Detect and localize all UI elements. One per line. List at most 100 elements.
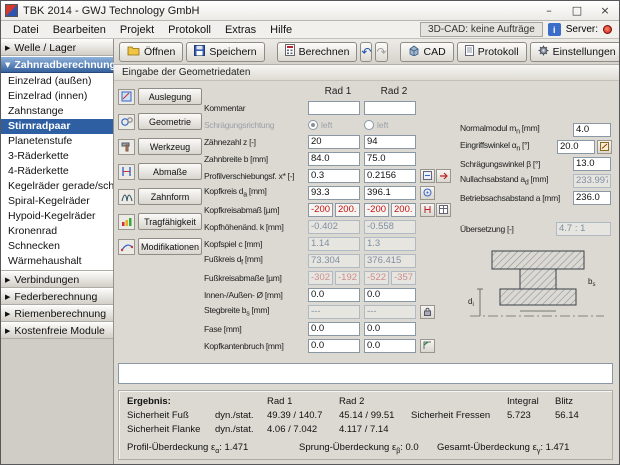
sidebar-item-kegelraeder[interactable]: Kegelräder gerade/schräg xyxy=(1,179,113,194)
result-fuss-rad1: 49.39 / 140.7 xyxy=(267,410,339,421)
kopfkantenbruch-rad2-input[interactable] xyxy=(364,339,416,353)
save-button[interactable]: Speichern xyxy=(186,42,264,62)
kopfkreisabmass-rad1-hi-input[interactable] xyxy=(335,203,360,217)
innen-aussen-rad1-input[interactable] xyxy=(308,288,360,302)
menu-extras[interactable]: Extras xyxy=(218,24,263,36)
fusskreisabmasse-label: Fußkreisabmaße [µm] xyxy=(204,273,308,283)
sidebar-item-einzelrad-aussen[interactable]: Einzelrad (außen) xyxy=(1,74,113,89)
profilverschiebung-rad2-input[interactable] xyxy=(364,169,416,183)
stegbreite-rad1-value xyxy=(308,305,360,319)
nullachsabstand-row: Nullachsabstand ad [mm] xyxy=(460,173,613,188)
kommentar-rad2-input[interactable] xyxy=(364,101,416,115)
kopfkreis-rad1-input[interactable] xyxy=(308,186,360,200)
minimize-button[interactable]: – xyxy=(535,1,563,20)
menu-projekt[interactable]: Projekt xyxy=(113,24,161,36)
results-col-rad1: Rad 1 xyxy=(267,396,339,407)
sidebar-item-schnecken[interactable]: Schnecken xyxy=(1,239,113,254)
kopfkreis-rad2-input[interactable] xyxy=(364,186,416,200)
result-label-fuss: Sicherheit Fuß xyxy=(127,410,215,421)
comment-display-box[interactable] xyxy=(118,363,613,384)
fusskreisabmasse-rad1-lo-value xyxy=(308,271,333,285)
auslegung-button[interactable]: Auslegung xyxy=(138,88,202,105)
kopfkantenbruch-row: Kopfkantenbruch [mm] xyxy=(204,338,456,353)
zahnform-button[interactable]: Zahnform xyxy=(138,188,202,205)
kommentar-row: Kommentar xyxy=(204,100,456,115)
menu-datei[interactable]: Datei xyxy=(6,24,46,36)
uebersetzung-row: Übersetzung [-] xyxy=(460,221,613,236)
shift-calc-icon[interactable] xyxy=(436,169,451,183)
tolerance-select-icon[interactable] xyxy=(420,203,435,217)
zahnbreite-rad2-input[interactable] xyxy=(364,152,416,166)
sidebar-item-waermehaushalt[interactable]: Wärmehaushalt xyxy=(1,254,113,269)
tip-circle-calc-icon[interactable] xyxy=(420,186,435,200)
kopfkreisabmass-rad1-lo-input[interactable] xyxy=(308,203,333,217)
normalmodul-input[interactable] xyxy=(573,123,611,137)
angle-calc-icon[interactable] xyxy=(597,140,612,154)
tolerance-icon xyxy=(118,164,135,180)
menu-hilfe[interactable]: Hilfe xyxy=(263,24,299,36)
helix-left-radio-rad1[interactable] xyxy=(308,120,318,130)
zahnbreite-rad1-input[interactable] xyxy=(308,152,360,166)
balance-shift-icon[interactable] xyxy=(420,169,435,183)
sidebar-gear-list: Einzelrad (außen) Einzelrad (innen) Zahn… xyxy=(1,73,113,271)
profilverschiebung-rad1-input[interactable] xyxy=(308,169,360,183)
menu-protokoll[interactable]: Protokoll xyxy=(161,24,218,36)
eingriffswinkel-input[interactable] xyxy=(557,140,595,154)
sidebar-item-hypoid-kegelraeder[interactable]: Hypoid-Kegelräder xyxy=(1,209,113,224)
sidebar-section-federberechnung[interactable]: ▶ Federberechnung xyxy=(1,288,113,305)
info-icon[interactable]: i xyxy=(548,23,561,36)
tolerance-table-icon[interactable] xyxy=(436,203,451,217)
profil-ueberdeckung: Profil-Überdeckung εα: 1.471 xyxy=(127,442,299,455)
sidebar-item-spiral-kegelraeder[interactable]: Spiral-Kegelräder xyxy=(1,194,113,209)
modifikationen-button[interactable]: Modifikationen xyxy=(138,238,202,255)
sidebar-item-3-raederkette[interactable]: 3-Räderkette xyxy=(1,149,113,164)
sidebar-section-verbindungen[interactable]: ▶ Verbindungen xyxy=(1,271,113,288)
cad-button[interactable]: CAD xyxy=(400,42,454,62)
lock-icon[interactable] xyxy=(420,305,435,319)
sidebar: ▶ Welle / Lager ▼ Zahnradberechnung Einz… xyxy=(1,39,114,464)
sidebar-item-4-raederkette[interactable]: 4-Räderkette xyxy=(1,164,113,179)
kopfhoehenaenderung-rad1-value xyxy=(308,220,360,234)
zaehnezahl-rad2-input[interactable] xyxy=(364,135,416,149)
betriebsachsabstand-input[interactable] xyxy=(573,191,611,205)
kopfkreisabmass-rad2-lo-input[interactable] xyxy=(364,203,389,217)
sidebar-item-zahnstange[interactable]: Zahnstange xyxy=(1,104,113,119)
sidebar-section-welle-lager[interactable]: ▶ Welle / Lager xyxy=(1,39,113,56)
calculate-button[interactable]: Berechnen xyxy=(277,42,358,62)
kopfkantenbruch-rad1-input[interactable] xyxy=(308,339,360,353)
sidebar-item-einzelrad-innen[interactable]: Einzelrad (innen) xyxy=(1,89,113,104)
werkzeug-button[interactable]: Werkzeug xyxy=(138,138,202,155)
fase-rad2-input[interactable] xyxy=(364,322,416,336)
overlap-results: Profil-Überdeckung εα: 1.471 Sprung-Über… xyxy=(127,442,604,455)
chamfer-icon[interactable] xyxy=(420,339,435,353)
sidebar-section-riemenberechnung[interactable]: ▶ Riemenberechnung xyxy=(1,305,113,322)
tragfaehigkeit-button[interactable]: Tragfähigkeit xyxy=(138,213,202,230)
gear-section-drawing: di bs xyxy=(460,246,613,328)
abmasse-button[interactable]: Abmaße xyxy=(138,163,202,180)
schraegungswinkel-input[interactable] xyxy=(573,157,611,171)
innen-aussen-rad2-input[interactable] xyxy=(364,288,416,302)
maximize-button[interactable]: □ xyxy=(563,1,591,20)
settings-button[interactable]: Einstellungen xyxy=(530,42,620,62)
undo-button[interactable]: ↶ xyxy=(360,42,372,62)
kommentar-rad1-input[interactable] xyxy=(308,101,360,115)
sidebar-section-zahnradberechnung[interactable]: ▼ Zahnradberechnung xyxy=(1,56,113,73)
protocol-button[interactable]: Protokoll xyxy=(457,42,527,62)
helix-left-radio-rad2[interactable] xyxy=(364,120,374,130)
load-capacity-icon xyxy=(118,214,135,230)
col-header-rad2: Rad 2 xyxy=(368,86,420,97)
close-button[interactable]: × xyxy=(591,1,619,20)
fase-rad1-input[interactable] xyxy=(308,322,360,336)
redo-button[interactable]: ↷ xyxy=(375,42,387,62)
sidebar-item-stirnradpaar[interactable]: Stirnradpaar xyxy=(1,119,113,134)
geometrie-button[interactable]: Geometrie xyxy=(138,113,202,130)
basic-data-form: Normalmodul mn [mm] Eingriffswinkel αn [… xyxy=(456,84,615,358)
sidebar-item-planetenstufe[interactable]: Planetenstufe xyxy=(1,134,113,149)
zaehnezahl-rad1-input[interactable] xyxy=(308,135,360,149)
menu-bearbeiten[interactable]: Bearbeiten xyxy=(46,24,113,36)
sidebar-section-kostenfreie-module[interactable]: ▶ Kostenfreie Module xyxy=(1,322,113,339)
sidebar-item-kronenrad[interactable]: Kronenrad xyxy=(1,224,113,239)
kopfkreisabmass-rad2-hi-input[interactable] xyxy=(391,203,416,217)
open-button[interactable]: Öffnen xyxy=(119,42,183,62)
fusskreisabmasse-rad2-hi-value xyxy=(391,271,416,285)
